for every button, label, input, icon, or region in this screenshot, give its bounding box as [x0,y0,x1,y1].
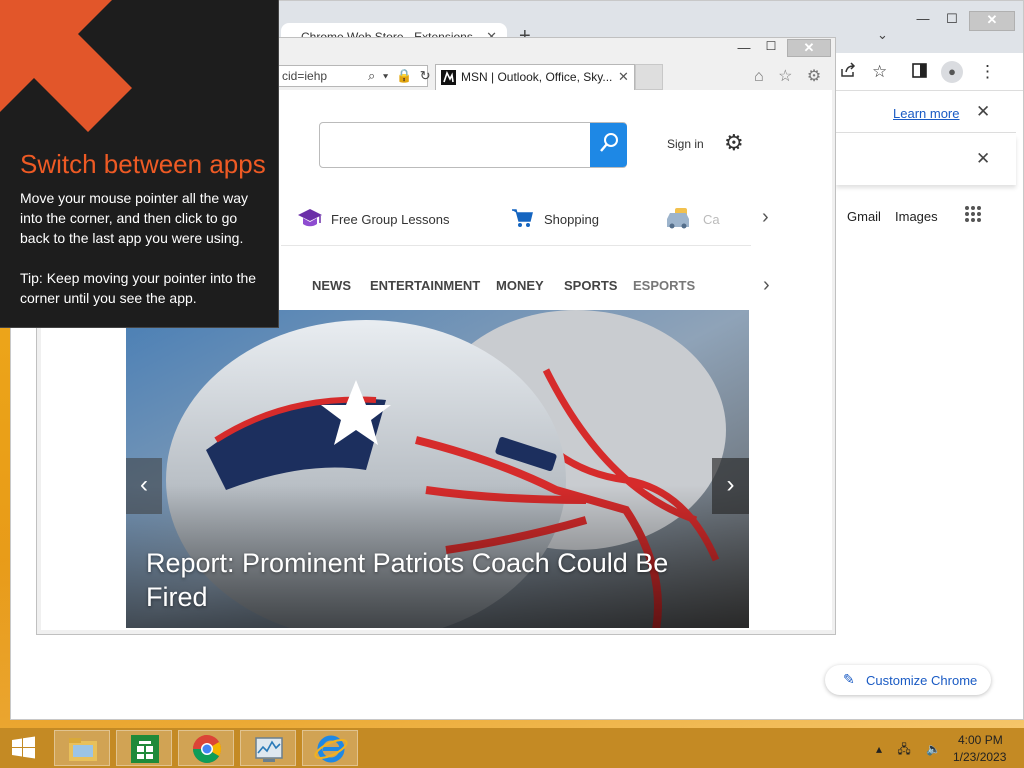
store-icon [131,735,159,763]
switch-between-apps-tip: Switch between apps Move your mouse poin… [0,0,279,328]
infobar-2: ✕ [836,135,1016,185]
nav-next-icon[interactable]: › [763,274,770,297]
hero-headline[interactable]: Report: Prominent Patriots Coach Could B… [146,546,726,614]
star-icon[interactable]: ☆ [872,62,887,82]
ie-new-tab-button[interactable] [635,64,663,90]
divider [281,245,751,246]
chrome-icon [193,735,221,763]
clock-time[interactable]: 4:00 PM [958,733,1003,747]
customize-chrome-label: Customize Chrome [866,673,978,688]
system-tray-icons[interactable]: ▴ 🖧 🔈 [876,740,947,761]
hero-carousel[interactable]: ‹ › Report: Prominent Patriots Coach Cou… [126,310,749,628]
taskbar: ▴ 🖧 🔈 4:00 PM 1/23/2023 [0,728,1024,768]
ie-minimize-button[interactable]: — [734,40,754,56]
taskbar-internet-explorer[interactable] [302,730,358,766]
menu-icon[interactable]: ⋮ [979,62,996,82]
nav-sports[interactable]: SPORTS [564,278,617,293]
gear-icon[interactable]: ⚙ [724,130,744,156]
taskbar-store[interactable] [116,730,172,766]
nav-news[interactable]: NEWS [312,278,351,293]
tip-title: Switch between apps [20,149,266,179]
carousel-prev-button[interactable]: ‹ [126,458,162,514]
learn-more-link[interactable]: Learn more [893,106,959,121]
tip-hint: Tip: Keep moving your pointer into the c… [20,270,257,306]
infobar-close-icon[interactable]: ✕ [976,102,990,122]
taskbar-chrome[interactable] [178,730,234,766]
nav-money[interactable]: MONEY [496,278,544,293]
ie-tab-msn[interactable]: MSN | Outlook, Office, Sky... ✕ [435,64,635,90]
quick-links-next-icon[interactable]: › [762,206,769,229]
ie-tab-close-icon[interactable]: ✕ [618,69,629,85]
share-icon[interactable] [839,62,856,84]
close-button[interactable]: ✕ [969,11,1015,31]
windows-start-icon[interactable] [6,733,40,763]
shopping-cart-icon [512,209,533,227]
graduation-cap-icon [298,209,322,227]
task-manager-icon [255,737,283,762]
infobar-close-icon[interactable]: ✕ [976,149,990,169]
infobar: Learn more ✕ [836,93,1016,133]
ie-address-text: cid=iehp [282,69,328,83]
quick-link-cars[interactable]: Ca [703,212,720,227]
nav-entertainment[interactable]: ENTERTAINMENT [370,278,480,293]
ie-tab-title: MSN | Outlook, Office, Sky... [461,70,613,84]
msn-favicon-icon [441,70,456,85]
tip-body: Move your mouse pointer all the way into… [20,190,248,246]
ie-close-button[interactable]: ✕ [787,39,831,57]
nav-esports[interactable]: ESPORTS [633,278,695,293]
msn-search-button[interactable] [590,123,627,167]
customize-chrome-button[interactable]: ✎ Customize Chrome [825,665,991,695]
minimize-button[interactable]: — [907,11,939,31]
internet-explorer-icon [314,735,348,763]
pencil-icon: ✎ [843,671,855,687]
carousel-next-button[interactable]: › [712,458,749,514]
side-panel-icon[interactable] [912,63,927,82]
taskbar-file-explorer[interactable] [54,730,110,766]
taskbar-task-manager[interactable] [240,730,296,766]
ie-maximize-button[interactable]: ☐ [761,39,781,55]
gmail-link[interactable]: Gmail [847,209,881,224]
quick-link-lessons[interactable]: Free Group Lessons [331,212,450,227]
quick-link-shopping[interactable]: Shopping [544,212,599,227]
corner-arrow-icon [0,0,132,132]
maximize-button[interactable]: ☐ [936,11,968,31]
sign-in-link[interactable]: Sign in [667,137,704,151]
msn-search-input[interactable] [319,122,627,168]
search-icon [600,133,618,152]
clock-date[interactable]: 1/23/2023 [953,750,1006,764]
folder-icon [69,738,97,761]
car-icon [667,208,689,229]
ie-home-favorites-tools-icons[interactable]: ⌂ ☆ ⚙ [754,66,826,86]
apps-icon[interactable] [963,204,983,224]
address-bar-icons[interactable]: ⌕ ▾ 🔒 ↻ [368,68,433,84]
tab-search-chevron-icon[interactable]: ⌄ [877,27,888,43]
profile-icon[interactable]: ● [941,61,963,83]
images-link[interactable]: Images [895,209,938,224]
